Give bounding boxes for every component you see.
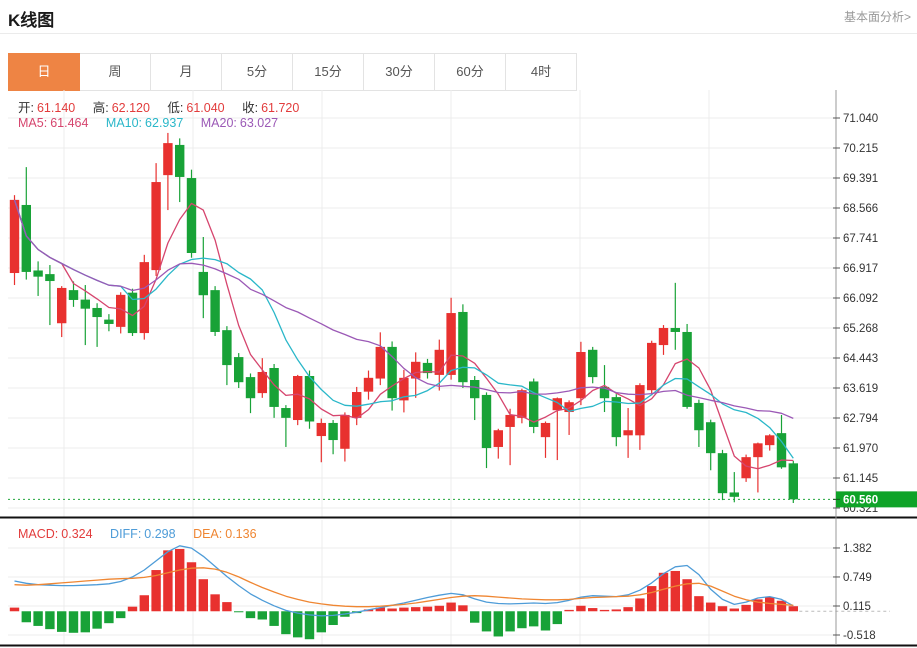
page-header: K线图 基本面分析> — [0, 0, 917, 34]
tab-5分[interactable]: 5分 — [222, 53, 293, 91]
tab-15分[interactable]: 15分 — [293, 53, 364, 91]
svg-text:70.215: 70.215 — [843, 143, 878, 155]
chart-area: 71.040 70.215 69.391 68.566 67.741 66.917 66.0… — [0, 90, 917, 648]
svg-text:64.443: 64.443 — [843, 353, 878, 365]
page-title: K线图 — [8, 6, 54, 31]
tab-周[interactable]: 周 — [80, 53, 151, 91]
svg-text:63.619: 63.619 — [843, 383, 878, 395]
svg-text:65.268: 65.268 — [843, 323, 878, 335]
tab-月[interactable]: 月 — [151, 53, 222, 91]
svg-text:0.749: 0.749 — [843, 572, 872, 584]
svg-text:62.794: 62.794 — [843, 413, 879, 425]
svg-text:68.566: 68.566 — [843, 203, 878, 215]
period-tabs: 日周月5分15分30分60分4时 — [8, 53, 577, 91]
tab-日[interactable]: 日 — [8, 53, 80, 91]
svg-text:61.970: 61.970 — [843, 443, 878, 455]
kline-chart[interactable]: 71.040 70.215 69.391 68.566 67.741 66.917 66.0… — [0, 90, 917, 648]
tab-60分[interactable]: 60分 — [435, 53, 506, 91]
tab-30分[interactable]: 30分 — [364, 53, 435, 91]
svg-text:1.382: 1.382 — [843, 543, 872, 555]
svg-text:-0.518: -0.518 — [843, 630, 876, 642]
svg-text:66.092: 66.092 — [843, 293, 878, 305]
svg-text:0.115: 0.115 — [843, 601, 871, 613]
fundamental-analysis-link[interactable]: 基本面分析> — [844, 8, 911, 25]
svg-text:60.560: 60.560 — [843, 494, 878, 506]
svg-text:67.741: 67.741 — [843, 233, 878, 245]
tab-4时[interactable]: 4时 — [506, 53, 577, 91]
svg-text:71.040: 71.040 — [843, 113, 878, 125]
svg-text:61.145: 61.145 — [843, 473, 878, 485]
svg-text:66.917: 66.917 — [843, 263, 878, 275]
svg-text:69.391: 69.391 — [843, 173, 878, 185]
